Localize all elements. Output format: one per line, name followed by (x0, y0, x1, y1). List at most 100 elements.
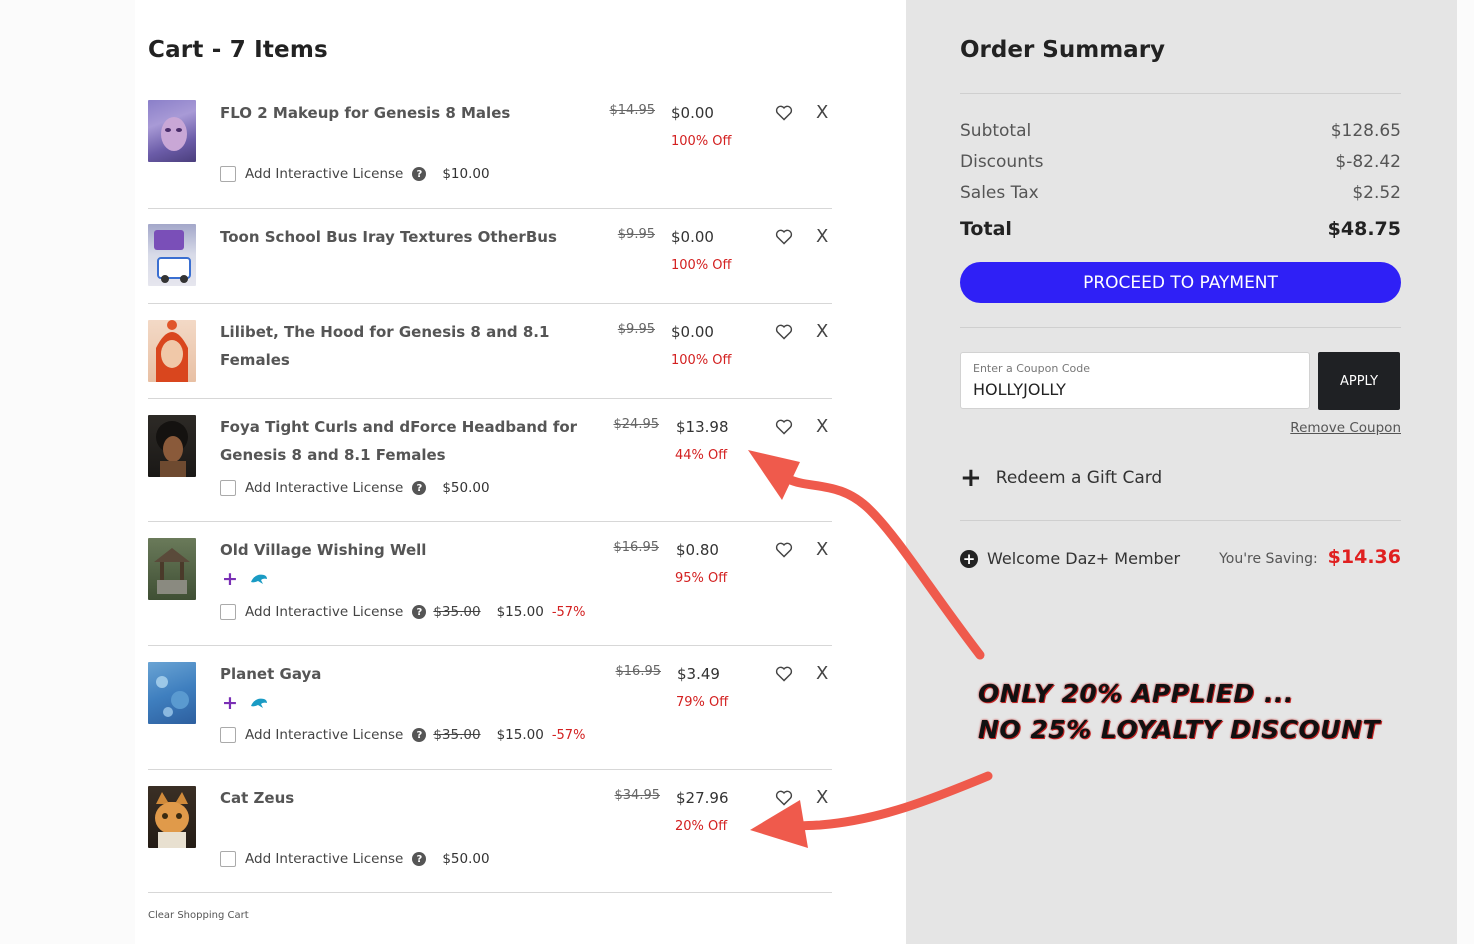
total-label: Total (960, 218, 1012, 240)
clear-cart-link[interactable]: Clear Shopping Cart (148, 910, 249, 921)
original-price: $16.95 (615, 664, 662, 679)
license-checkbox[interactable] (220, 604, 236, 620)
heart-icon[interactable] (775, 419, 793, 435)
help-icon[interactable]: ? (412, 852, 427, 866)
member-row[interactable]: + Welcome Daz+ Member (960, 549, 1180, 568)
license-row: Add Interactive License ? $50.00 (220, 478, 490, 498)
bus-thumbnail-icon (154, 230, 191, 283)
planet-thumbnail-icon (156, 676, 189, 717)
original-price: $9.95 (617, 227, 655, 242)
license-checkbox[interactable] (220, 166, 236, 182)
sale-price: $3.49 (677, 665, 720, 683)
license-discount: -57% (551, 604, 586, 620)
remove-item-button[interactable]: X (816, 539, 828, 560)
license-discount: -57% (551, 727, 586, 743)
cart-item: Foya Tight Curls and dForce Headband for… (148, 413, 832, 522)
remove-item-button[interactable]: X (816, 321, 828, 342)
heart-icon[interactable] (775, 105, 793, 121)
heart-icon[interactable] (775, 790, 793, 806)
hood-thumbnail-icon (156, 320, 188, 382)
item-title[interactable]: Old Village Wishing Well (220, 536, 580, 564)
heart-icon[interactable] (775, 666, 793, 682)
sale-price: $0.00 (671, 104, 714, 122)
original-price: $16.95 (613, 540, 660, 555)
license-row: Add Interactive License ? $35.00 $15.00 … (220, 602, 585, 622)
license-label: Add Interactive License (245, 851, 404, 867)
discount-percent: 95% Off (675, 571, 728, 586)
item-title[interactable]: Foya Tight Curls and dForce Headband for… (220, 413, 580, 469)
discount-percent: 79% Off (676, 695, 729, 710)
discount-percent: 100% Off (671, 134, 732, 149)
order-summary-panel: Order Summary Subtotal $128.65 Discounts… (906, 0, 1457, 944)
curls-thumbnail-icon (156, 421, 188, 477)
product-thumbnail[interactable] (148, 415, 196, 477)
license-price: $50.00 (442, 480, 490, 496)
original-price: $14.95 (609, 103, 656, 118)
license-checkbox[interactable] (220, 727, 236, 743)
product-thumbnail[interactable] (148, 662, 196, 724)
apply-coupon-button[interactable]: APPLY (1318, 352, 1400, 410)
cart-column: Cart - 7 Items FLO 2 Makeup for Genesis … (148, 0, 832, 944)
heart-icon[interactable] (775, 542, 793, 558)
item-title[interactable]: Planet Gaya (220, 660, 580, 688)
help-icon[interactable]: ? (412, 605, 427, 619)
product-thumbnail[interactable] (148, 786, 196, 848)
license-label: Add Interactive License (245, 166, 404, 182)
discount-percent: 100% Off (671, 258, 732, 273)
subtotal-value: $128.65 (1330, 121, 1401, 141)
help-icon[interactable]: ? (412, 728, 427, 742)
license-label: Add Interactive License (245, 604, 404, 620)
license-label: Add Interactive License (245, 727, 404, 743)
cart-item: FLO 2 Makeup for Genesis 8 Males $14.95 … (148, 99, 832, 209)
remove-item-button[interactable]: X (816, 226, 828, 247)
license-original-price: $35.00 (433, 604, 481, 620)
license-checkbox[interactable] (220, 851, 236, 867)
product-badges: + (222, 568, 268, 590)
plus-badge-icon: + (222, 568, 238, 590)
subtotal-row: Subtotal $128.65 (960, 121, 1401, 141)
annotation-line: ONLY 20% APPLIED ... (978, 679, 1294, 708)
left-margin (0, 0, 135, 944)
heart-icon[interactable] (775, 324, 793, 340)
remove-item-button[interactable]: X (816, 102, 828, 123)
redeem-gift-card-button[interactable]: + Redeem a Gift Card (960, 465, 1162, 491)
remove-item-button[interactable]: X (816, 663, 828, 684)
item-title[interactable]: Cat Zeus (220, 784, 580, 812)
item-title-line: Genesis 8 and 8.1 Females (220, 446, 446, 464)
tax-value: $2.52 (1352, 183, 1401, 203)
license-price: $50.00 (442, 851, 490, 867)
remove-item-button[interactable]: X (816, 787, 828, 808)
proceed-to-payment-button[interactable]: PROCEED TO PAYMENT (960, 262, 1401, 303)
sale-price: $13.98 (676, 418, 729, 436)
cat-thumbnail-icon (155, 792, 189, 848)
sale-price: $0.00 (671, 323, 714, 341)
help-icon[interactable]: ? (412, 481, 427, 495)
member-label: Welcome Daz+ Member (987, 549, 1181, 568)
product-thumbnail[interactable] (148, 320, 196, 382)
item-title[interactable]: Toon School Bus Iray Textures OtherBus (220, 223, 580, 251)
item-title-line: Foya Tight Curls and dForce Headband for (220, 418, 578, 436)
discount-percent: 20% Off (675, 819, 728, 834)
item-title[interactable]: FLO 2 Makeup for Genesis 8 Males (220, 99, 580, 127)
product-thumbnail[interactable] (148, 538, 196, 600)
coupon-value: HOLLYJOLLY (973, 380, 1066, 399)
coupon-input[interactable]: Enter a Coupon Code HOLLYJOLLY (960, 352, 1310, 409)
total-row: Total $48.75 (960, 218, 1401, 240)
subtotal-label: Subtotal (960, 121, 1032, 141)
cart-item: Old Village Wishing Well + $16.95 $0.80 … (148, 536, 832, 646)
cart-item: Toon School Bus Iray Textures OtherBus $… (148, 223, 832, 304)
item-title[interactable]: Lilibet, The Hood for Genesis 8 and 8.1 … (220, 318, 580, 374)
license-checkbox[interactable] (220, 480, 236, 496)
product-thumbnail[interactable] (148, 100, 196, 162)
tax-label: Sales Tax (960, 183, 1039, 203)
remove-item-button[interactable]: X (816, 416, 828, 437)
heart-icon[interactable] (775, 229, 793, 245)
divider (960, 327, 1401, 328)
license-row: Add Interactive License ? $10.00 (220, 164, 490, 184)
dolphin-icon (250, 698, 267, 708)
saving-label: You're Saving: (1219, 551, 1318, 567)
product-thumbnail[interactable] (148, 224, 196, 286)
help-icon[interactable]: ? (412, 167, 427, 181)
remove-coupon-link[interactable]: Remove Coupon (1290, 420, 1401, 436)
cart-item: Cat Zeus $34.95 $27.96 20% Off X Add Int… (148, 784, 832, 893)
